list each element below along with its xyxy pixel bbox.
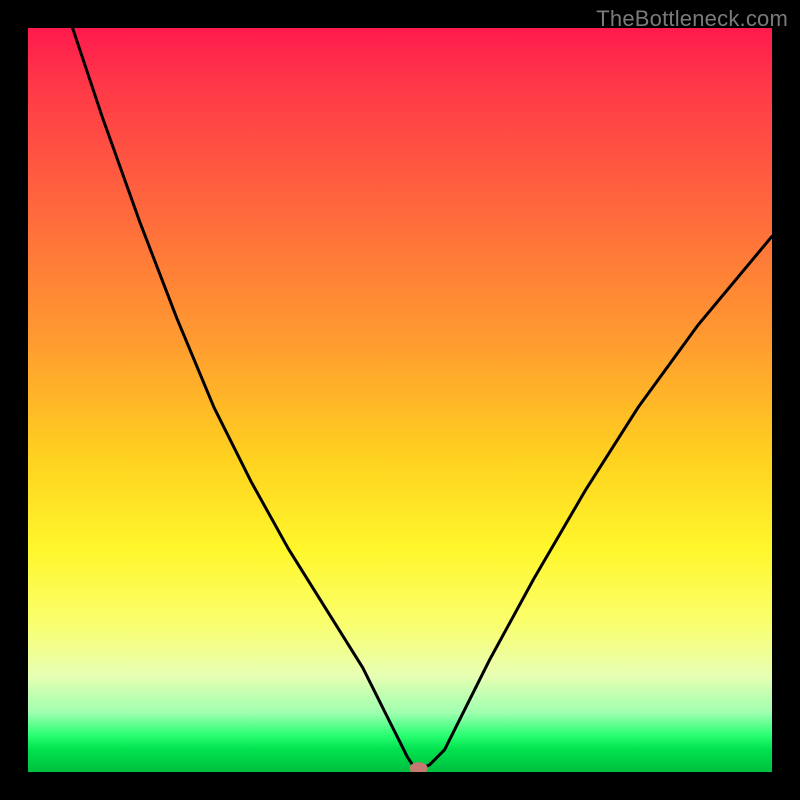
plot-area <box>28 28 772 772</box>
watermark-text: TheBottleneck.com <box>596 6 788 32</box>
curve-svg <box>28 28 772 772</box>
bottleneck-curve-path <box>73 28 772 768</box>
chart-frame: TheBottleneck.com <box>0 0 800 800</box>
